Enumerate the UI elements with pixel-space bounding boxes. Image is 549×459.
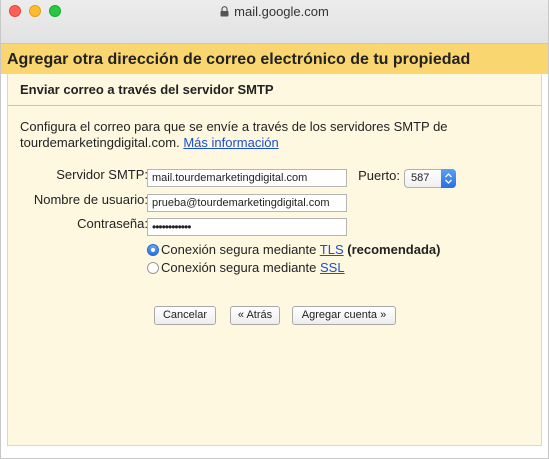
- url-text: mail.google.com: [234, 4, 329, 19]
- smtp-settings-panel: Enviar correo a través del servidor SMTP…: [7, 74, 542, 446]
- ssl-radio[interactable]: [147, 262, 159, 274]
- page-title: Agregar otra dirección de correo electró…: [1, 44, 548, 74]
- ssl-option-label[interactable]: Conexión segura mediante SSL: [161, 260, 345, 275]
- tls-link[interactable]: TLS: [320, 242, 344, 257]
- tls-prefix: Conexión segura mediante: [161, 242, 317, 257]
- tls-radio[interactable]: [147, 244, 159, 256]
- lock-icon: [220, 4, 229, 22]
- intro-text: Configura el correo para que se envíe a …: [20, 119, 530, 151]
- username-label: Nombre de usuario:: [33, 192, 148, 207]
- port-value: 587: [411, 172, 430, 184]
- tls-option-label[interactable]: Conexión segura mediante TLS (recomendad…: [161, 242, 440, 257]
- password-label: Contraseña:: [77, 216, 148, 231]
- port-select[interactable]: 587: [404, 169, 456, 188]
- select-arrows-icon: [441, 169, 456, 188]
- address-bar[interactable]: mail.google.com: [1, 3, 548, 22]
- password-input[interactable]: ••••••••••••: [147, 218, 347, 236]
- username-input[interactable]: prueba@tourdemarketingdigital.com: [147, 194, 347, 212]
- tls-recommended: (recomendada): [347, 242, 441, 257]
- section-divider: [8, 105, 541, 106]
- title-bar: mail.google.com: [1, 0, 548, 44]
- more-info-link[interactable]: Más información: [183, 135, 278, 150]
- port-label: Puerto:: [358, 168, 400, 183]
- add-account-button[interactable]: Agregar cuenta »: [292, 306, 396, 325]
- ssl-prefix: Conexión segura mediante: [161, 260, 317, 275]
- browser-window: mail.google.com Agregar otra dirección d…: [0, 0, 549, 459]
- smtp-server-label: Servidor SMTP:: [56, 167, 148, 182]
- back-button[interactable]: « Atrás: [230, 306, 280, 325]
- cancel-button[interactable]: Cancelar: [154, 306, 216, 325]
- section-title: Enviar correo a través del servidor SMTP: [20, 82, 274, 97]
- ssl-link[interactable]: SSL: [320, 260, 345, 275]
